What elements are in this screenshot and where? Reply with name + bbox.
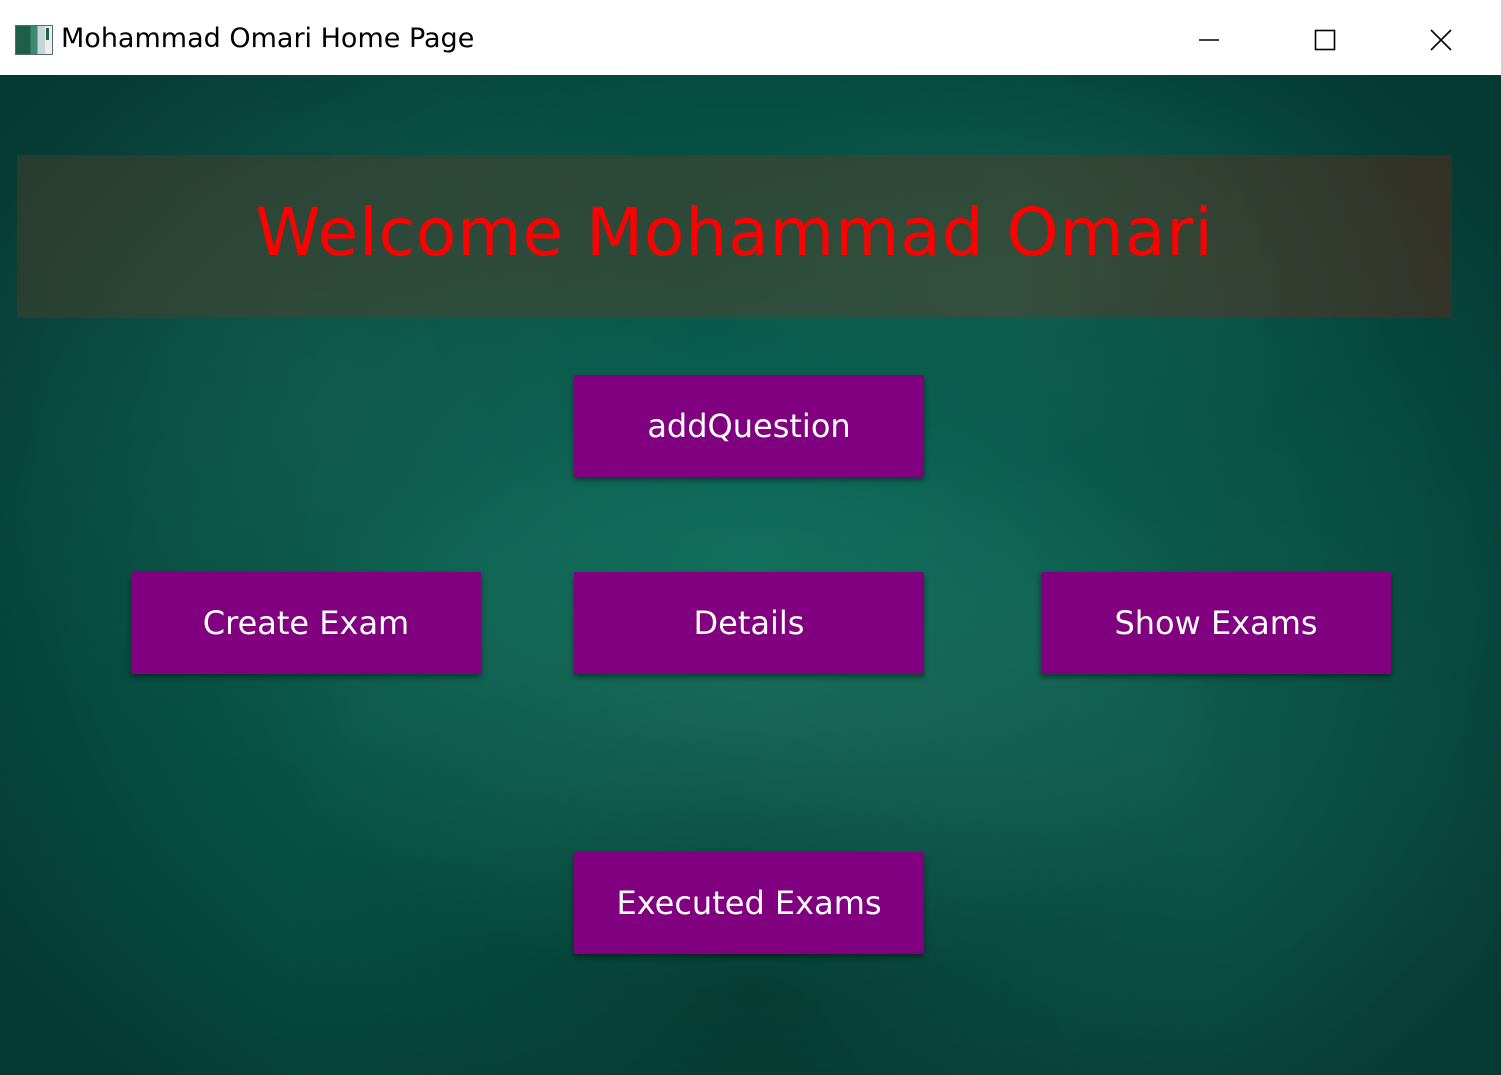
minimize-button[interactable] bbox=[1150, 5, 1266, 75]
create-exam-button[interactable]: Create Exam bbox=[131, 572, 481, 674]
details-button[interactable]: Details bbox=[574, 572, 924, 674]
executed-exams-button[interactable]: Executed Exams bbox=[574, 852, 924, 954]
add-question-button[interactable]: addQuestion bbox=[574, 375, 924, 477]
app-window-icon bbox=[15, 25, 53, 55]
show-exams-button[interactable]: Show Exams bbox=[1041, 572, 1391, 674]
minimize-icon bbox=[1199, 39, 1219, 41]
close-button[interactable] bbox=[1382, 5, 1498, 75]
window-title: Mohammad Omari Home Page bbox=[61, 23, 475, 54]
welcome-heading: Welcome Mohammad Omari bbox=[255, 194, 1214, 271]
welcome-banner: Welcome Mohammad Omari bbox=[17, 155, 1452, 318]
app-window: Mohammad Omari Home Page Welcome Mohamma… bbox=[0, 0, 1501, 1075]
maximize-icon bbox=[1314, 29, 1336, 51]
main-content: Welcome Mohammad Omari addQuestion Creat… bbox=[0, 75, 1501, 1075]
title-bar[interactable]: Mohammad Omari Home Page bbox=[0, 5, 1501, 75]
close-icon bbox=[1430, 29, 1452, 51]
maximize-button[interactable] bbox=[1266, 5, 1382, 75]
